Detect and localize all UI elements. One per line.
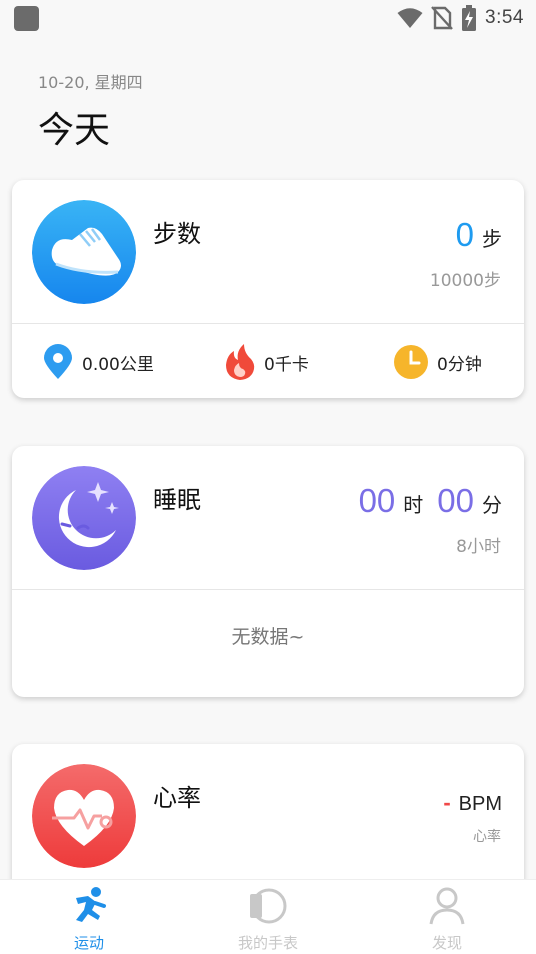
sleep-minutes: 00: [437, 482, 474, 519]
page-title: 今天: [38, 110, 111, 151]
heart-rate-value: - BPM: [443, 790, 502, 816]
steps-count: 0: [455, 216, 474, 253]
wifi-icon: [397, 8, 423, 28]
bottom-tab-bar: 运动 我的手表 发现: [0, 879, 536, 954]
steps-card[interactable]: 步数 0 步 10000步 0.00公里 0千卡 0分钟: [12, 180, 524, 398]
running-icon: [76, 887, 106, 922]
heart-icon: [32, 764, 136, 868]
steps-goal: 10000步: [429, 271, 501, 291]
heart-rate-title: 心率: [153, 784, 201, 812]
person-icon: [429, 887, 465, 925]
flame-icon: [226, 344, 255, 380]
calories-value: 0千卡: [264, 354, 309, 375]
steps-unit: 步: [482, 227, 502, 251]
app-notification-icon: [14, 6, 39, 31]
steps-value: 0 步: [456, 216, 502, 254]
battery-charging-icon: [462, 5, 477, 31]
distance-metric: 0.00公里: [42, 342, 154, 382]
calories-metric: 0千卡: [224, 342, 309, 382]
status-icons: 3:54: [397, 4, 524, 32]
no-sim-icon: [431, 6, 453, 30]
sleep-goal: 8小时: [456, 537, 501, 557]
divider: [12, 323, 524, 324]
heart-rate-number: -: [443, 790, 451, 815]
moon-icon: [32, 466, 136, 570]
tab-my-watch[interactable]: 我的手表: [208, 886, 328, 953]
distance-value: 0.00公里: [82, 354, 154, 375]
sleep-minutes-unit: 分: [482, 493, 502, 517]
duration-metric: 0分钟: [393, 342, 482, 382]
status-time: 3:54: [485, 7, 524, 28]
tab-my-watch-label: 我的手表: [237, 934, 298, 952]
tab-discover-label: 发现: [431, 934, 462, 952]
sleep-empty-text: 无数据~: [231, 626, 305, 648]
watch-icon: [250, 888, 287, 924]
heart-rate-sublabel: 心率: [473, 829, 501, 845]
date-label: 10-20, 星期四: [38, 73, 143, 92]
sleep-card[interactable]: 睡眠 00 时 00 分 8小时 无数据~: [12, 446, 524, 697]
sleep-hours-unit: 时: [403, 493, 424, 517]
shoe-icon: [32, 200, 136, 304]
heart-rate-unit: BPM: [458, 793, 502, 815]
clock-icon: [394, 345, 428, 379]
sleep-value: 00 时 00 分: [359, 482, 502, 520]
status-bar: 3:54: [0, 0, 536, 36]
tab-sport-label: 运动: [73, 934, 104, 952]
steps-title: 步数: [153, 220, 201, 248]
location-pin-icon: [44, 344, 72, 379]
divider: [12, 589, 524, 590]
tab-sport[interactable]: 运动: [29, 886, 149, 953]
duration-value: 0分钟: [437, 354, 482, 375]
sleep-title: 睡眠: [153, 486, 201, 514]
sleep-hours: 00: [358, 482, 396, 519]
tab-discover[interactable]: 发现: [387, 886, 507, 953]
